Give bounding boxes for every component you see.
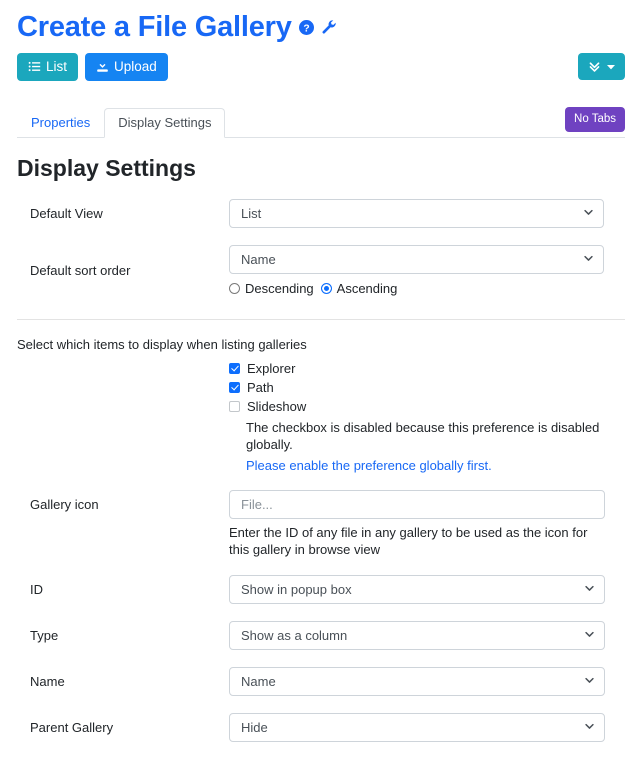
id-label: ID: [17, 582, 229, 597]
chevron-down-icon: [583, 252, 594, 267]
default-view-value: List: [241, 206, 261, 221]
checkbox-path-indicator[interactable]: [229, 382, 240, 393]
more-actions-dropdown-button[interactable]: [578, 53, 625, 80]
action-button-bar: List Upload: [0, 44, 642, 81]
caret-down-icon: [607, 63, 615, 71]
id-select[interactable]: Show in popup box: [229, 575, 605, 604]
form-row-default-sort-order: Default sort order Name Descending Ascen…: [17, 245, 625, 296]
upload-button-label: Upload: [114, 60, 157, 74]
default-sort-order-control: Name Descending Ascending: [229, 245, 625, 296]
listing-items-label: Select which items to display when listi…: [17, 337, 625, 352]
upload-button[interactable]: Upload: [85, 53, 168, 81]
parent-gallery-label: Parent Gallery: [17, 720, 229, 735]
id-control: Show in popup box: [229, 575, 625, 604]
name-control: Name: [229, 667, 625, 696]
type-label: Type: [17, 628, 229, 643]
checkbox-slideshow: Slideshow: [229, 397, 625, 416]
tab-properties[interactable]: Properties: [17, 108, 104, 138]
upload-icon: [96, 60, 109, 73]
default-sort-order-select[interactable]: Name: [229, 245, 604, 274]
radio-ascending-indicator[interactable]: [321, 283, 332, 294]
chevron-double-down-icon: [588, 60, 601, 73]
sort-direction-radio-group: Descending Ascending: [229, 281, 625, 296]
section-divider: [17, 319, 625, 320]
gallery-icon-hint-row: Enter the ID of any file in any gallery …: [17, 519, 625, 558]
default-sort-order-label: Default sort order: [17, 263, 229, 278]
name-value: Name: [241, 674, 276, 689]
list-button-label: List: [46, 60, 67, 74]
listing-items-checkbox-group: Explorer Path Slideshow The checkbox is …: [17, 359, 625, 473]
form-row-id: ID Show in popup box: [17, 575, 625, 604]
no-tabs-badge[interactable]: No Tabs: [565, 107, 625, 133]
radio-ascending[interactable]: Ascending: [321, 281, 398, 296]
page-title-text: Create a File Gallery: [17, 10, 292, 44]
parent-gallery-select[interactable]: Hide: [229, 713, 605, 742]
form-row-gallery-icon: Gallery icon File...: [17, 490, 625, 519]
gallery-icon-input[interactable]: File...: [229, 490, 605, 519]
type-value: Show as a column: [241, 628, 347, 643]
default-view-label: Default View: [17, 206, 229, 221]
tab-display-settings[interactable]: Display Settings: [104, 108, 225, 138]
tab-strip: Properties Display Settings: [17, 109, 625, 138]
question-circle-icon[interactable]: ?: [299, 20, 314, 35]
form-row-default-view: Default View List: [17, 199, 625, 228]
checkbox-explorer-label: Explorer: [247, 359, 295, 378]
form-row-type: Type Show as a column: [17, 621, 625, 650]
gallery-icon-hint: Enter the ID of any file in any gallery …: [229, 524, 605, 558]
wrench-icon[interactable]: [321, 19, 337, 35]
svg-text:?: ?: [303, 23, 309, 34]
checkbox-explorer-indicator[interactable]: [229, 363, 240, 374]
page-title: Create a File Gallery ?: [17, 10, 625, 44]
gallery-icon-control: File...: [229, 490, 625, 519]
enable-preference-globally-link[interactable]: Please enable the preference globally fi…: [229, 458, 625, 473]
id-value: Show in popup box: [241, 582, 352, 597]
checkbox-slideshow-label: Slideshow: [247, 397, 306, 416]
form-row-parent-gallery: Parent Gallery Hide: [17, 713, 625, 742]
radio-ascending-label: Ascending: [337, 281, 398, 296]
display-settings-form: Display Settings Default View List Defau…: [0, 154, 642, 742]
section-heading: Display Settings: [17, 154, 625, 182]
parent-gallery-value: Hide: [241, 720, 268, 735]
parent-gallery-control: Hide: [229, 713, 625, 742]
radio-descending-indicator[interactable]: [229, 283, 240, 294]
default-view-control: List: [229, 199, 625, 228]
chevron-down-icon: [584, 674, 595, 689]
chevron-down-icon: [583, 206, 594, 221]
list-button[interactable]: List: [17, 53, 78, 81]
chevron-down-icon: [584, 628, 595, 643]
default-sort-order-value: Name: [241, 252, 276, 267]
checkbox-explorer[interactable]: Explorer: [229, 359, 625, 378]
form-row-name: Name Name: [17, 667, 625, 696]
list-icon: [28, 60, 41, 73]
name-select[interactable]: Name: [229, 667, 605, 696]
radio-descending[interactable]: Descending: [229, 281, 314, 296]
default-view-select[interactable]: List: [229, 199, 604, 228]
chevron-down-icon: [584, 720, 595, 735]
gallery-icon-label: Gallery icon: [17, 497, 229, 512]
checkbox-path[interactable]: Path: [229, 378, 625, 397]
name-label: Name: [17, 674, 229, 689]
checkbox-slideshow-indicator: [229, 401, 240, 412]
type-control: Show as a column: [229, 621, 625, 650]
page-header: Create a File Gallery ?: [0, 0, 642, 44]
slideshow-disabled-note: The checkbox is disabled because this pr…: [229, 419, 606, 453]
chevron-down-icon: [584, 582, 595, 597]
tab-zone: Properties Display Settings No Tabs: [0, 109, 642, 139]
type-select[interactable]: Show as a column: [229, 621, 605, 650]
radio-descending-label: Descending: [245, 281, 314, 296]
checkbox-path-label: Path: [247, 378, 274, 397]
hint-spacer: [17, 519, 229, 558]
